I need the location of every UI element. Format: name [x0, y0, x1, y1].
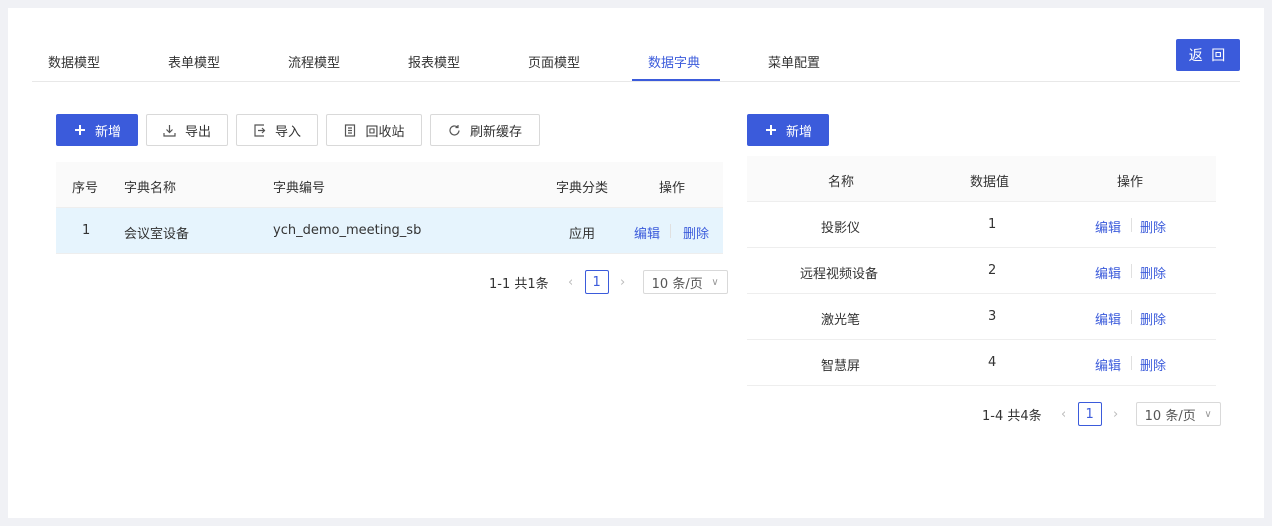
- item-name: 远程视频设备: [800, 267, 879, 282]
- chevron-down-icon: ∨: [1204, 408, 1212, 420]
- action-divider: [670, 224, 671, 238]
- action-divider: [1131, 218, 1132, 232]
- import-label: 导入: [274, 124, 301, 140]
- add-dictionary-button[interactable]: 新增: [56, 114, 138, 146]
- main-card: 数据模型 表单模型 流程模型 报表模型 页面模型 数据字典 菜单配置 返 回 新…: [8, 8, 1264, 518]
- edit-link[interactable]: 编辑: [1095, 217, 1121, 236]
- delete-link[interactable]: 删除: [1140, 217, 1166, 236]
- tab-data-dictionary[interactable]: 数据字典: [648, 52, 700, 71]
- table-row[interactable]: 智慧屏 4 编辑 删除: [747, 340, 1216, 386]
- prev-page-icon[interactable]: ‹: [1054, 407, 1074, 422]
- pagination-total: 1-4 共4条: [982, 408, 1042, 424]
- item-value: 2: [988, 263, 997, 278]
- item-value: 4: [988, 355, 997, 370]
- column-index: 序号: [72, 181, 99, 196]
- add-item-label: 新增: [785, 124, 812, 140]
- dictionary-table-header: 序号 字典名称 字典编号 字典分类 操作: [56, 162, 723, 208]
- page-size-select[interactable]: 10 条/页 ∨: [642, 270, 728, 294]
- next-page-icon[interactable]: ›: [613, 275, 633, 290]
- page-size-value: 10 条/页: [651, 276, 703, 292]
- action-divider: [1131, 310, 1132, 324]
- chevron-down-icon: ∨: [711, 276, 719, 288]
- recycle-bin-label: 回收站: [365, 124, 405, 140]
- table-row[interactable]: 激光笔 3 编辑 删除: [747, 294, 1216, 340]
- add-item-button[interactable]: 新增: [747, 114, 829, 146]
- current-page-button[interactable]: 1: [584, 270, 609, 294]
- dictionary-table: 序号 字典名称 字典编号 字典分类 操作 1 会议室设备 ych_demo_me…: [56, 162, 723, 254]
- delete-link[interactable]: 删除: [683, 223, 709, 242]
- row-dictionary-name: 会议室设备: [124, 227, 190, 242]
- edit-link[interactable]: 编辑: [1095, 309, 1121, 328]
- items-table-header: 名称 数据值 操作: [747, 156, 1216, 202]
- column-actions: 操作: [659, 181, 686, 196]
- delete-link[interactable]: 删除: [1140, 263, 1166, 282]
- column-item-value: 数据值: [970, 175, 1010, 190]
- table-row[interactable]: 1 会议室设备 ych_demo_meeting_sb 应用 编辑 删除: [56, 208, 723, 254]
- refresh-icon: [448, 123, 462, 137]
- active-tab-indicator: [632, 79, 720, 81]
- download-icon: [163, 123, 177, 137]
- prev-page-icon[interactable]: ‹: [561, 275, 581, 290]
- row-dictionary-code: ych_demo_meeting_sb: [273, 223, 422, 238]
- column-dictionary-category: 字典分类: [556, 181, 609, 196]
- recycle-bin-button[interactable]: 回收站: [326, 114, 422, 146]
- tab-report-model[interactable]: 报表模型: [408, 52, 460, 71]
- import-icon: [253, 123, 267, 137]
- export-button[interactable]: 导出: [146, 114, 228, 146]
- column-dictionary-code: 字典编号: [273, 181, 326, 196]
- current-page-button[interactable]: 1: [1077, 402, 1102, 426]
- dictionary-pagination: 1-1 共1条 ‹ 1 › 10 条/页 ∨: [489, 270, 728, 294]
- action-divider: [1131, 356, 1132, 370]
- items-pagination: 1-4 共4条 ‹ 1 › 10 条/页 ∨: [982, 402, 1221, 426]
- table-row[interactable]: 投影仪 1 编辑 删除: [747, 202, 1216, 248]
- page-size-value: 10 条/页: [1144, 408, 1196, 424]
- delete-link[interactable]: 删除: [1140, 309, 1166, 328]
- pagination-total: 1-1 共1条: [489, 276, 549, 292]
- action-divider: [1131, 264, 1132, 278]
- item-value: 3: [988, 309, 997, 324]
- tab-form-model[interactable]: 表单模型: [168, 52, 220, 71]
- column-item-actions: 操作: [1117, 175, 1144, 190]
- item-name: 智慧屏: [821, 359, 861, 374]
- table-row[interactable]: 远程视频设备 2 编辑 删除: [747, 248, 1216, 294]
- refresh-cache-button[interactable]: 刷新缓存: [430, 114, 540, 146]
- column-item-name: 名称: [828, 175, 855, 190]
- item-name: 激光笔: [821, 313, 861, 328]
- tab-page-model[interactable]: 页面模型: [528, 52, 580, 71]
- edit-link[interactable]: 编辑: [634, 223, 660, 242]
- add-dictionary-label: 新增: [94, 124, 121, 140]
- tab-menu-config[interactable]: 菜单配置: [768, 52, 820, 71]
- item-value: 1: [988, 217, 997, 232]
- delete-link[interactable]: 删除: [1140, 355, 1166, 374]
- item-name: 投影仪: [821, 221, 861, 236]
- recycle-bin-icon: [343, 123, 357, 137]
- model-tabs: 数据模型 表单模型 流程模型 报表模型 页面模型 数据字典 菜单配置: [32, 40, 1240, 82]
- tab-process-model[interactable]: 流程模型: [288, 52, 340, 71]
- export-label: 导出: [184, 124, 211, 140]
- refresh-cache-label: 刷新缓存: [469, 124, 522, 140]
- tab-data-model[interactable]: 数据模型: [48, 52, 100, 71]
- edit-link[interactable]: 编辑: [1095, 355, 1121, 374]
- dictionary-items-table: 名称 数据值 操作 投影仪 1 编辑 删除 远程视频设备 2 编辑 删除 激光笔…: [747, 156, 1216, 386]
- plus-icon: [764, 123, 778, 137]
- page-size-select[interactable]: 10 条/页 ∨: [1135, 402, 1221, 426]
- edit-link[interactable]: 编辑: [1095, 263, 1121, 282]
- plus-icon: [73, 123, 87, 137]
- row-dictionary-category: 应用: [569, 227, 596, 242]
- column-dictionary-name: 字典名称: [124, 181, 177, 196]
- next-page-icon[interactable]: ›: [1106, 407, 1126, 422]
- back-button[interactable]: 返 回: [1176, 39, 1240, 71]
- import-button[interactable]: 导入: [236, 114, 318, 146]
- row-index: 1: [82, 223, 91, 238]
